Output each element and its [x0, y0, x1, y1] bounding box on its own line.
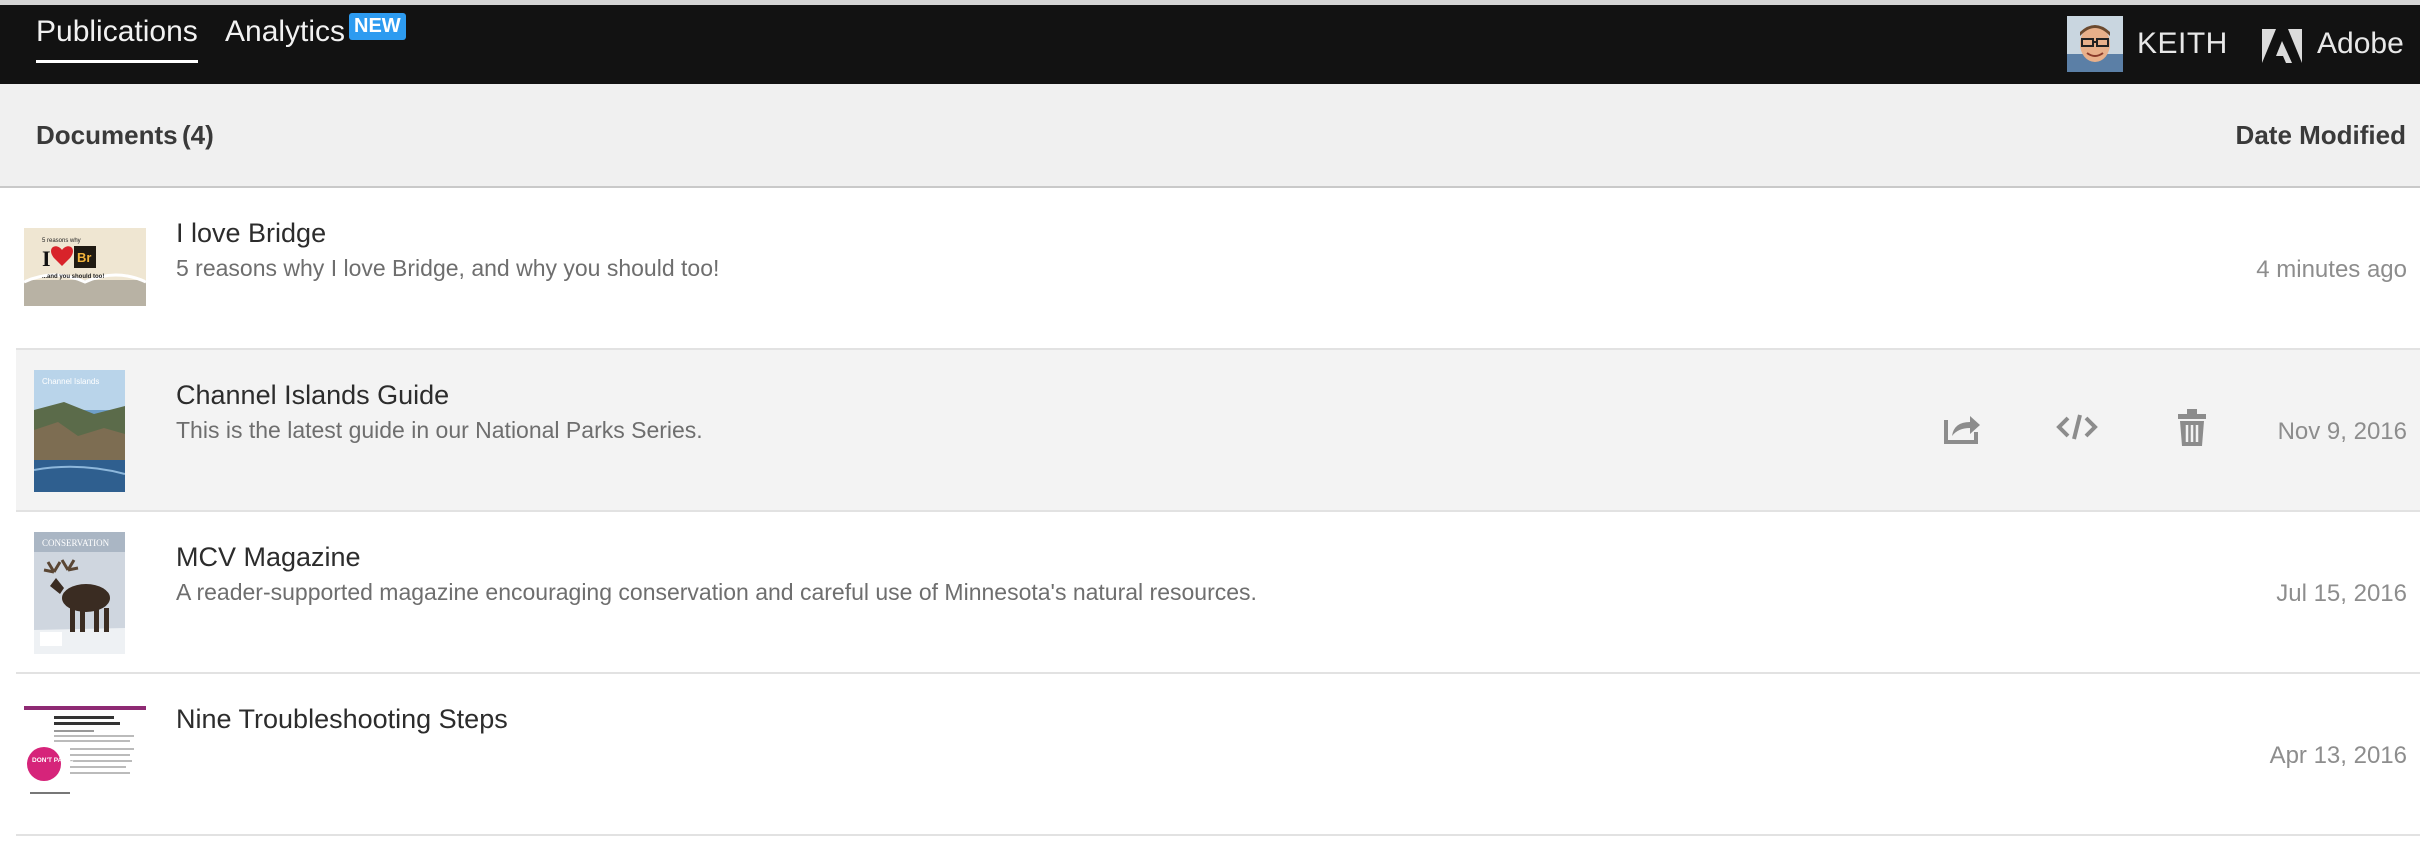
embed-code-icon: [2056, 414, 2098, 440]
documents-count: (4): [182, 120, 214, 150]
documents-header: Documents (4) Date Modified: [0, 84, 2420, 188]
document-title[interactable]: Channel Islands Guide: [176, 380, 449, 411]
troubleshooting-thumbnail: DON'T PANIC: [24, 706, 146, 800]
document-thumbnail: 5 reasons why I Br ...and you should too…: [24, 228, 146, 306]
document-date: 4 minutes ago: [2256, 256, 2407, 283]
user-avatar[interactable]: [2067, 16, 2123, 72]
user-avatar-icon: [2067, 16, 2123, 72]
thumb-caption: Channel Islands: [42, 377, 99, 386]
tab-analytics[interactable]: Analytics: [225, 15, 345, 49]
adobe-logo-icon: [2262, 29, 2302, 63]
documents-title: Documents: [36, 120, 178, 150]
thumb-letter-i: I: [42, 246, 51, 271]
trash-icon: [2178, 409, 2206, 446]
document-thumbnail: CONSERVATION: [34, 532, 125, 654]
document-date: Nov 9, 2016: [2277, 418, 2407, 445]
dont-panic-badge: DON'T PANIC: [32, 757, 74, 764]
document-title[interactable]: Nine Troubleshooting Steps: [176, 704, 508, 735]
document-row[interactable]: DON'T PANIC Nine Troubleshooting Steps A…: [16, 674, 2420, 836]
channel-islands-thumbnail: Channel Islands: [34, 370, 125, 492]
document-title[interactable]: MCV Magazine: [176, 542, 361, 573]
share-button[interactable]: [1940, 406, 1982, 448]
embed-code-button[interactable]: [2056, 406, 2098, 448]
thumb-caption: CONSERVATION: [42, 538, 110, 548]
document-thumbnail: DON'T PANIC: [24, 706, 146, 800]
thumb-text-bottom: ...and you should too!: [42, 274, 104, 280]
document-date: Jul 15, 2016: [2276, 580, 2407, 607]
delete-button[interactable]: [2171, 406, 2213, 448]
document-thumbnail: Channel Islands: [34, 370, 125, 492]
document-description: 5 reasons why I love Bridge, and why you…: [176, 255, 720, 281]
document-description: This is the latest guide in our National…: [176, 417, 703, 443]
thumb-text-top: 5 reasons why: [42, 238, 81, 244]
bridge-promo-thumbnail: 5 reasons why I Br ...and you should too…: [24, 228, 146, 306]
document-title[interactable]: I love Bridge: [176, 218, 326, 249]
document-row[interactable]: Channel Islands Channel Islands Guide Th…: [16, 350, 2420, 512]
document-row[interactable]: 5 reasons why I Br ...and you should too…: [16, 188, 2420, 350]
user-name[interactable]: KEITH: [2137, 27, 2228, 61]
adobe-brand-label[interactable]: Adobe: [2317, 27, 2404, 61]
thumb-br-badge: Br: [77, 250, 91, 265]
tab-publications[interactable]: Publications: [36, 15, 198, 63]
share-icon: [1944, 416, 1980, 444]
document-row[interactable]: CONSERVATION MCV Magazine A reader-suppo…: [16, 512, 2420, 674]
document-date: Apr 13, 2016: [2269, 742, 2407, 769]
top-navigation-bar: Publications Analytics NEW KEITH Adobe: [0, 0, 2420, 84]
mcv-magazine-thumbnail: CONSERVATION: [34, 532, 125, 654]
document-description: A reader-supported magazine encouraging …: [176, 579, 1257, 605]
sort-date-modified[interactable]: Date Modified: [2236, 120, 2406, 151]
new-badge: NEW: [349, 13, 406, 40]
